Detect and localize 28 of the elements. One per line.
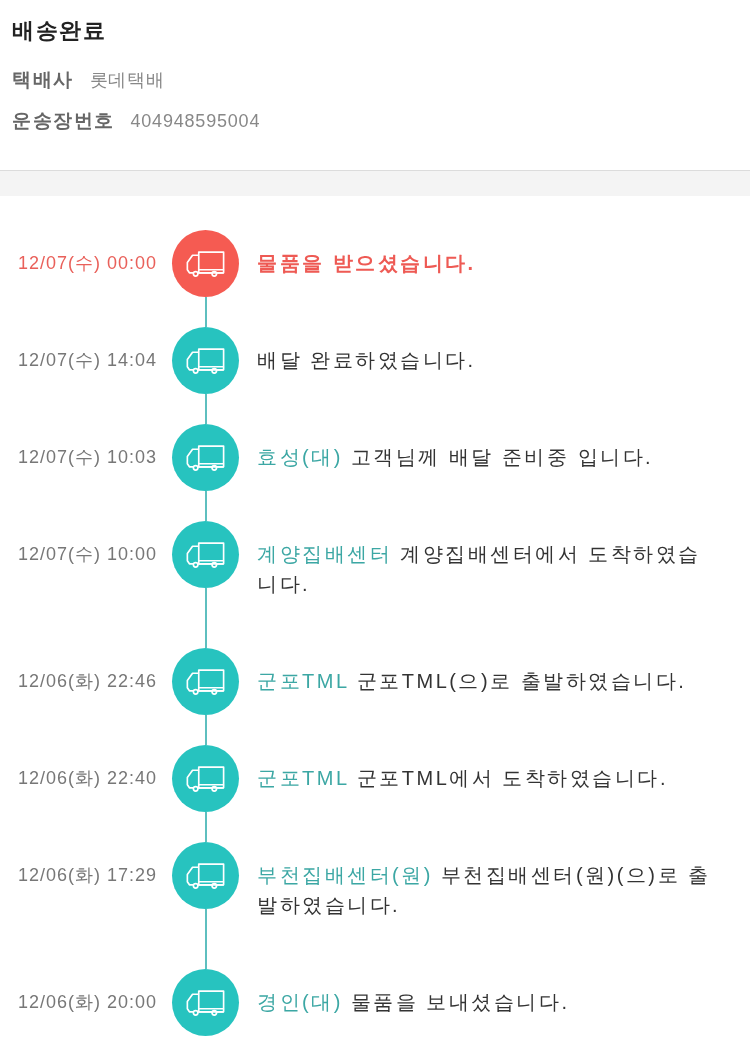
event-message: 효성(대) 고객님께 배달 준비중 입니다. [257,445,655,470]
event-message: 물품을 받으셨습니다. [257,251,477,276]
timeline-line [204,715,207,745]
event-message: 계양집배센터 계양집배센터에서 도착하였습니다. [257,542,702,597]
event-message: 군포TML 군포TML(으)로 출발하였습니다. [257,669,688,694]
info-value: 404948595004 [130,110,261,132]
timeline-line [204,909,207,969]
timeline-line [204,812,207,842]
event-message: 군포TML 군포TML에서 도착하였습니다. [257,766,669,791]
info-label: 택배사 [12,68,74,92]
timeline-line [204,394,207,424]
timeline-line [204,588,207,648]
event-time: 12/07(수) 10:00 [17,543,157,566]
event-message: 경인(대) 물품을 보내셨습니다. [257,990,571,1015]
event-message: 부천집배센터(원) 부천집배센터(원)(으)로 출발하였습니다. [257,863,712,918]
event-time: 12/07(수) 10:03 [17,446,157,469]
event-time: 12/06(화) 20:00 [17,991,157,1014]
event-time: 12/06(화) 22:46 [17,670,157,693]
event-message: 배달 완료하였습니다. [257,348,477,373]
timeline-line [204,491,207,521]
event-time: 12/07(수) 00:00 [17,252,157,275]
delivery-status-title: 배송완료 [12,17,107,45]
info-value: 롯데택배 [89,69,165,92]
timeline-line [204,297,207,327]
event-time: 12/06(화) 22:40 [17,767,157,790]
event-time: 12/07(수) 14:04 [17,349,157,372]
info-label: 운송장번호 [12,109,115,133]
event-time: 12/06(화) 17:29 [17,864,157,887]
